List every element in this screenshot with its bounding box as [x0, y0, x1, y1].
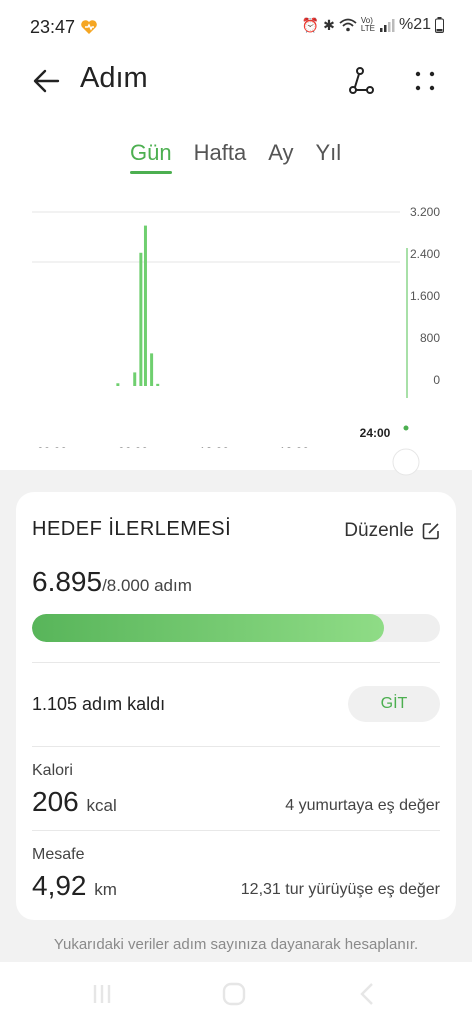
- tab-month[interactable]: Ay: [268, 140, 293, 166]
- remaining-steps: 1.105 adım kaldı: [32, 694, 166, 714]
- tab-week[interactable]: Hafta: [194, 140, 247, 166]
- status-time: 23:47: [30, 17, 76, 37]
- current-time-dot: [403, 425, 409, 431]
- y-tick-label: 0: [433, 373, 440, 387]
- chart-bar: [150, 353, 154, 386]
- footnote: Yukarıdaki veriler adım sayınıza dayanar…: [53, 936, 419, 953]
- goal-steps: /8.000 adım: [102, 576, 192, 595]
- divider: [32, 746, 440, 747]
- distance-label: Mesafe: [32, 846, 85, 863]
- edit-icon: [422, 523, 439, 540]
- home-icon[interactable]: [222, 982, 246, 1006]
- page-title: Adım: [80, 62, 148, 94]
- wifi-icon: [339, 18, 357, 32]
- y-tick-label: 800: [420, 331, 440, 345]
- recent-apps-icon[interactable]: [90, 982, 114, 1006]
- app-bar: Adım: [0, 56, 472, 106]
- battery-icon: [435, 17, 444, 33]
- calories-label: Kalori: [32, 762, 73, 779]
- goal-progress-fill: [32, 614, 384, 642]
- edit-label: Düzenle: [344, 520, 414, 541]
- current-steps-value: 6.895: [32, 566, 103, 597]
- chart-bar: [139, 252, 143, 386]
- back-arrow-icon[interactable]: [30, 64, 64, 98]
- edit-button[interactable]: Düzenle: [344, 520, 440, 542]
- status-bar: 23:47 ⏰ ✱ Vo) LTE %21: [0, 0, 472, 56]
- heart-icon: [81, 20, 97, 34]
- go-button[interactable]: GİT: [348, 686, 440, 722]
- current-time-label: 24:00: [360, 426, 391, 440]
- chart-bar: [133, 372, 137, 386]
- top-panel: 23:47 ⏰ ✱ Vo) LTE %21 Adım Gün Hafta Ay …: [0, 0, 472, 470]
- battery-percent: %21: [398, 16, 431, 33]
- system-nav-bar: [0, 962, 472, 1024]
- y-tick-label: 2.400: [410, 247, 440, 261]
- divider: [32, 662, 440, 663]
- divider: [32, 830, 440, 831]
- distance-value: 4,92 km: [32, 870, 117, 901]
- chart-scrubber-handle[interactable]: [0, 448, 472, 492]
- back-nav-icon[interactable]: [356, 982, 380, 1006]
- goal-progress-card: HEDEF İLERLEMESİ Düzenle 6.895/8.000 adı…: [16, 492, 456, 920]
- y-tick-label: 1.600: [410, 289, 440, 303]
- system-icons: ⏰ ✱ Vo) LTE %21: [302, 16, 444, 34]
- calories-value: 206 kcal: [32, 786, 117, 817]
- tab-day[interactable]: Gün: [130, 140, 172, 174]
- route-icon[interactable]: [344, 64, 378, 98]
- goal-progress-bar: [32, 614, 440, 642]
- calories-equivalent: 4 yumurtaya eş değer: [285, 797, 440, 814]
- goal-heading: HEDEF İLERLEMESİ: [32, 518, 232, 540]
- calories-unit: kcal: [86, 796, 117, 815]
- steps-chart: 3.2002.4001.600800000:0006:0012:0018:002…: [32, 205, 440, 459]
- period-tabs: Gün Hafta Ay Yıl: [130, 140, 341, 174]
- chart-bar: [116, 383, 120, 386]
- signal-icon: [379, 19, 395, 32]
- chart-bar: [156, 383, 160, 386]
- y-tick-label: 3.200: [410, 205, 440, 219]
- distance-equivalent: 12,31 tur yürüyüşe eş değer: [240, 881, 440, 898]
- tab-year[interactable]: Yıl: [315, 140, 341, 166]
- distance-unit: km: [94, 880, 117, 899]
- bluetooth-icon: ✱: [323, 16, 335, 33]
- current-steps: 6.895/8.000 adım: [32, 566, 192, 598]
- volte-icon: Vo) LTE: [360, 16, 375, 33]
- alarm-icon: ⏰: [301, 16, 320, 33]
- more-icon[interactable]: [408, 64, 442, 98]
- chart-bar: [143, 225, 147, 386]
